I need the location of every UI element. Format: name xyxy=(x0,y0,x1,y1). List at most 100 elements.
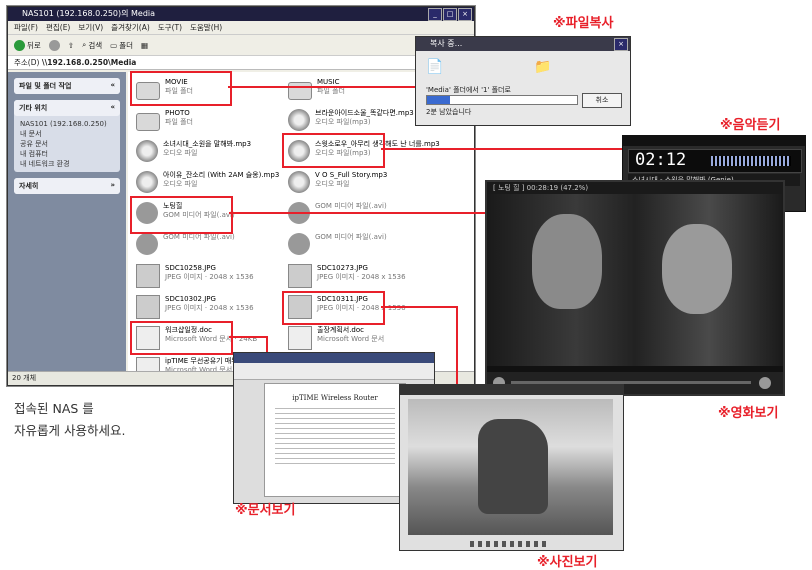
jpg-file-icon xyxy=(288,264,312,288)
file-name: PHOTO xyxy=(165,109,190,117)
mp3-file-icon xyxy=(136,140,158,162)
file-text: GOM 미디어 파일(.avi) xyxy=(315,202,387,211)
description-line-1: 접속된 NAS 를 xyxy=(14,401,94,416)
views-button[interactable]: ▦ xyxy=(141,41,148,50)
menu-bar: 파일(F) 편집(E) 보기(V) 즐겨찾기(A) 도구(T) 도움말(H) xyxy=(8,21,474,35)
folder-icon: ▭ xyxy=(110,40,118,50)
panel-details[interactable]: 자세히 » xyxy=(14,178,120,194)
copy-status-text: 'Media' 폴더에서 '1' 폴더로 xyxy=(426,86,511,94)
back-label: 뒤로 xyxy=(27,40,41,50)
folders-label: 폴더 xyxy=(119,40,134,50)
close-button[interactable]: × xyxy=(614,38,628,51)
doc-heading: ipTIME Wireless Router xyxy=(292,394,378,402)
collapse-icon[interactable]: « xyxy=(110,103,115,113)
time-remaining: 2분 남았습니다 xyxy=(426,108,472,116)
file-text: 소녀시대_소원을 말해봐.mp3 오디오 파일 xyxy=(163,140,251,157)
jpg-file-icon xyxy=(136,295,160,319)
jpg-file-icon xyxy=(136,264,160,288)
connector-photo-h xyxy=(381,306,457,308)
folder-file-icon xyxy=(288,82,312,100)
collapse-icon[interactable]: « xyxy=(110,81,115,91)
description-text: 접속된 NAS 를 자유롭게 사용하세요. xyxy=(14,398,125,442)
file-name: SDC10258.JPG xyxy=(165,264,216,272)
search-icon: ⌕ xyxy=(82,40,87,49)
copy-dialog-titlebar: 복사 중... × xyxy=(416,37,630,51)
file-name: 소녀시대_소원을 말해봐.mp3 xyxy=(163,140,252,148)
highlight-jpg-file xyxy=(282,291,385,325)
views-icon: ▦ xyxy=(141,40,149,50)
spectrum-visualizer xyxy=(711,156,791,166)
back-button[interactable]: 뒤로 xyxy=(14,39,41,51)
file-item[interactable]: PHOTO 파일 폴더 xyxy=(136,109,304,139)
avi-file-icon xyxy=(288,233,310,255)
search-button[interactable]: ⌕ 검색 xyxy=(82,40,102,51)
file-text: PHOTO 파일 폴더 xyxy=(165,109,193,126)
file-item[interactable]: SDC10273.JPG JPEG 이미지 · 2048 x 1536 xyxy=(288,264,456,294)
panel-other-places[interactable]: 기타 위치 « NAS101 (192.168.0.250) 내 문서 공유 문서… xyxy=(14,100,120,172)
file-name: SDC10273.JPG xyxy=(317,264,368,272)
address-bar[interactable]: 주소(D) \\192.168.0.250\Media xyxy=(8,56,474,70)
caption-doc: ※문서보기 xyxy=(235,503,296,518)
doc-page: ipTIME Wireless Router xyxy=(264,383,406,497)
player-display: 02:12 xyxy=(628,149,802,173)
connector-doc-h xyxy=(229,336,267,338)
task-pane: 파일 및 폴더 작업 « 기타 위치 « NAS101 (192.168.0.250… xyxy=(8,72,126,372)
caption-music: ※음악듣기 xyxy=(720,118,781,133)
movie-player: [ 노팅 힐 ] 00:28:19 (47.2%) xyxy=(485,180,785,396)
menu-file[interactable]: 파일(F) xyxy=(14,21,38,34)
file-type: 오디오 파일 xyxy=(163,179,198,188)
file-item[interactable]: GOM 미디어 파일(.avi) xyxy=(288,233,456,263)
menu-help[interactable]: 도움말(H) xyxy=(190,21,222,34)
file-type: Microsoft Word 문서 xyxy=(317,334,385,343)
file-type: GOM 미디어 파일(.avi) xyxy=(315,233,387,241)
maximize-button[interactable]: □ xyxy=(443,8,457,21)
menu-favorites[interactable]: 즐겨찾기(A) xyxy=(111,21,150,34)
menu-tools[interactable]: 도구(T) xyxy=(158,21,182,34)
actor-face-image xyxy=(532,214,602,309)
up-button[interactable]: ⇧ xyxy=(68,41,74,50)
back-arrow-icon xyxy=(14,39,25,51)
minimize-button[interactable]: _ xyxy=(428,8,442,21)
place-link[interactable]: 내 문서 xyxy=(20,129,114,139)
toolbar: 뒤로 ⇧ ⌕ 검색 ▭ 폴더 ▦ xyxy=(8,35,474,56)
file-type: GOM 미디어 파일(.avi) xyxy=(163,233,235,241)
connector-music xyxy=(381,148,646,150)
place-link[interactable]: 내 네트워크 환경 xyxy=(20,159,114,169)
folders-button[interactable]: ▭ 폴더 xyxy=(110,40,133,51)
fullscreen-button[interactable] xyxy=(759,377,771,389)
menu-view[interactable]: 보기(V) xyxy=(78,21,103,34)
file-item[interactable]: V O S_Full Story.mp3 오디오 파일 xyxy=(288,171,456,201)
highlight-avi-file xyxy=(130,196,233,234)
forward-button[interactable] xyxy=(48,39,60,51)
caption-photo: ※사진보기 xyxy=(537,555,598,570)
mp3-file-icon xyxy=(136,171,158,193)
panel-file-tasks[interactable]: 파일 및 폴더 작업 « xyxy=(14,78,120,94)
file-item[interactable]: GOM 미디어 파일(.avi) xyxy=(288,202,456,232)
explorer-titlebar: NAS101 (192.168.0.250)의 Media _ □ × xyxy=(8,7,474,21)
folder-file-icon xyxy=(136,113,160,131)
photo-nav-controls[interactable] xyxy=(470,541,550,547)
file-item[interactable]: SDC10258.JPG JPEG 이미지 · 2048 x 1536 xyxy=(136,264,304,294)
highlight-mp3-file xyxy=(282,133,385,168)
place-link[interactable]: 내 컴퓨터 xyxy=(20,149,114,159)
caption-movie: ※영화보기 xyxy=(718,406,779,421)
copy-progress-fill xyxy=(427,96,450,104)
panel-title: 자세히 xyxy=(19,182,39,190)
expand-icon[interactable]: » xyxy=(110,181,115,191)
cancel-button[interactable]: 취소 xyxy=(582,93,622,108)
file-item[interactable]: GOM 미디어 파일(.avi) xyxy=(136,233,304,263)
up-folder-icon: ⇧ xyxy=(67,40,75,50)
file-text: 브라운아이드소울_똑같다면.mp3 오디오 파일(mp3) xyxy=(315,109,414,126)
file-item[interactable]: 소녀시대_소원을 말해봐.mp3 오디오 파일 xyxy=(136,140,304,170)
mp3-file-icon xyxy=(288,171,310,193)
doc-titlebar xyxy=(234,353,434,363)
close-button[interactable]: × xyxy=(458,8,472,21)
address-value[interactable]: \\192.168.0.250\Media xyxy=(42,58,137,67)
connector-copy xyxy=(228,86,428,88)
folder-icon: 📁 xyxy=(534,59,552,75)
panel-title: 기타 위치 xyxy=(19,104,48,112)
place-link[interactable]: 공유 문서 xyxy=(20,139,114,149)
menu-edit[interactable]: 편집(E) xyxy=(46,21,70,34)
file-type: 오디오 파일(mp3) xyxy=(315,117,371,126)
place-link[interactable]: NAS101 (192.168.0.250) xyxy=(20,119,114,129)
